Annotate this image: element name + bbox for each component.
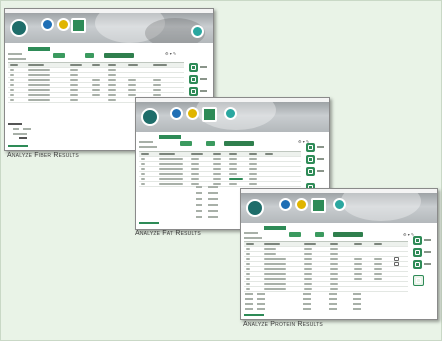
home-icon[interactable] — [141, 108, 159, 126]
analysis-header — [139, 135, 181, 148]
save-button[interactable] — [85, 53, 94, 58]
fat-icon[interactable] — [186, 107, 199, 120]
save-button[interactable] — [315, 232, 324, 237]
app-banner — [241, 193, 437, 223]
export-button[interactable] — [224, 141, 254, 146]
protein-icon[interactable] — [311, 198, 326, 213]
home-icon[interactable] — [246, 199, 264, 217]
fat-icon[interactable] — [57, 18, 70, 31]
fiber-icon[interactable] — [170, 107, 183, 120]
toolbar-icons[interactable]: ⚙ ▾ ✎ — [165, 51, 176, 56]
row-toggle[interactable] — [394, 257, 399, 261]
export-icon[interactable] — [413, 236, 422, 245]
app-banner — [5, 13, 213, 43]
caption-fiber: Analyze Fiber Results — [7, 152, 79, 159]
save-button[interactable] — [206, 141, 215, 146]
print-icon[interactable] — [306, 155, 315, 164]
print-icon[interactable] — [189, 75, 198, 84]
export-icon[interactable] — [189, 63, 198, 72]
report-icon[interactable] — [306, 167, 315, 176]
report-icon[interactable] — [413, 260, 422, 269]
analysis-header — [244, 226, 286, 239]
export-button[interactable] — [333, 232, 363, 237]
fiber-icon[interactable] — [41, 18, 54, 31]
analysis-header — [8, 47, 50, 60]
results-table — [139, 151, 301, 187]
report-icon[interactable] — [189, 87, 198, 96]
summary-icon[interactable] — [413, 275, 424, 286]
home-icon[interactable] — [10, 19, 28, 37]
row-toggle[interactable] — [394, 262, 399, 266]
protein-results-window: ⚙ ▾ ✎ — [240, 188, 438, 320]
print-icon[interactable] — [413, 248, 422, 257]
caption-fat: Analyze Fat Results — [135, 230, 201, 237]
caption-protein: Analyze Protein Results — [243, 321, 323, 328]
recalculate-button[interactable] — [180, 141, 192, 146]
settings-icon[interactable] — [224, 107, 237, 120]
settings-icon[interactable] — [191, 25, 204, 38]
collage-background: ⚙ ▾ ✎ Analyze Fiber Results ⚙ ▾ ✎ Analyz… — [0, 0, 442, 341]
export-button[interactable] — [104, 53, 134, 58]
recalculate-button[interactable] — [289, 232, 301, 237]
protein-icon[interactable] — [71, 18, 86, 33]
app-banner — [136, 102, 329, 132]
protein-icon[interactable] — [202, 107, 217, 122]
settings-icon[interactable] — [333, 198, 346, 211]
export-icon[interactable] — [306, 143, 315, 152]
recalculate-button[interactable] — [53, 53, 65, 58]
results-table — [244, 241, 408, 292]
fiber-icon[interactable] — [279, 198, 292, 211]
fat-icon[interactable] — [295, 198, 308, 211]
